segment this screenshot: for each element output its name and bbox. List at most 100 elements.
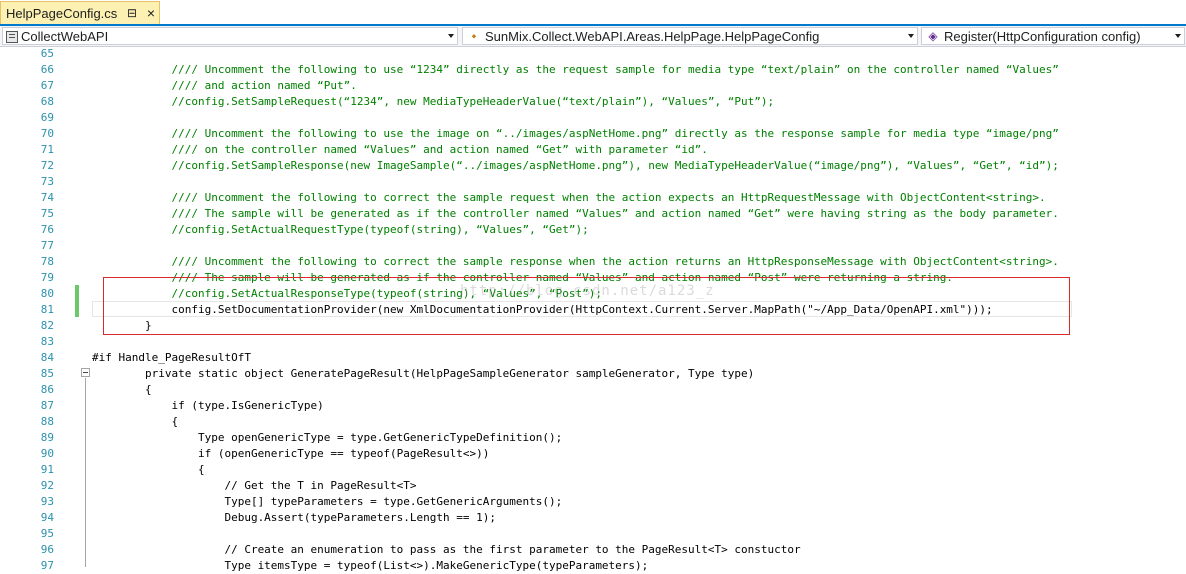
code-text[interactable]: //// Uncomment the following to correct … (92, 190, 1045, 206)
code-line[interactable]: 73 (0, 174, 1186, 190)
line-number: 79 (40, 271, 54, 284)
line-number: 90 (40, 447, 54, 460)
code-line[interactable]: 70 //// Uncomment the following to use t… (0, 126, 1186, 142)
tab-label: HelpPageConfig.cs (6, 6, 118, 21)
code-line[interactable]: 67 //// and action named “Put”. (0, 78, 1186, 94)
code-line[interactable]: 75 //// The sample will be generated as … (0, 206, 1186, 222)
line-number: 76 (40, 223, 54, 236)
code-text[interactable]: //config.SetActualRequestType(typeof(str… (92, 222, 588, 238)
line-number: 96 (40, 543, 54, 556)
line-number: 65 (40, 47, 54, 60)
code-line[interactable]: 76 //config.SetActualRequestType(typeof(… (0, 222, 1186, 238)
code-text[interactable]: Debug.Assert(typeParameters.Length == 1)… (92, 510, 496, 526)
member-dropdown[interactable]: ◈ Register(HttpConfiguration config) (921, 27, 1185, 45)
code-text[interactable]: //config.SetSampleRequest(“1234”, new Me… (92, 94, 774, 110)
class-dropdown-label: SunMix.Collect.WebAPI.Areas.HelpPage.Hel… (485, 28, 820, 44)
navigation-bar: CollectWebAPI ⬩ SunMix.Collect.WebAPI.Ar… (0, 26, 1186, 47)
member-dropdown-label: Register(HttpConfiguration config) (944, 28, 1141, 44)
code-line[interactable]: 65 (0, 46, 1186, 62)
code-line[interactable]: 92 // Get the T in PageResult<T> (0, 478, 1186, 494)
code-text[interactable]: { (92, 462, 205, 478)
line-number: 82 (40, 319, 54, 332)
code-text[interactable]: { (92, 414, 178, 430)
code-line[interactable]: 84 #if Handle_PageResultOfT (0, 350, 1186, 366)
line-number: 92 (40, 479, 54, 492)
code-line[interactable]: 89 Type openGenericType = type.GetGeneri… (0, 430, 1186, 446)
code-line[interactable]: 87 if (type.IsGenericType) (0, 398, 1186, 414)
code-text[interactable]: //// on the controller named “Values” an… (92, 142, 707, 158)
code-line[interactable]: 95 (0, 526, 1186, 542)
code-line[interactable]: 93 Type[] typeParameters = type.GetGener… (0, 494, 1186, 510)
code-line[interactable]: 88 { (0, 414, 1186, 430)
code-text[interactable]: //// Uncomment the following to use “123… (92, 62, 1058, 78)
code-text[interactable]: { (92, 382, 152, 398)
code-line[interactable]: 72 //config.SetSampleResponse(new ImageS… (0, 158, 1186, 174)
line-number: 72 (40, 159, 54, 172)
code-line[interactable]: 68 //config.SetSampleRequest(“1234”, new… (0, 94, 1186, 110)
code-line[interactable]: 83 (0, 334, 1186, 350)
project-dropdown-label: CollectWebAPI (21, 28, 109, 44)
code-line[interactable]: 94 Debug.Assert(typeParameters.Length ==… (0, 510, 1186, 526)
line-number: 80 (40, 287, 54, 300)
code-text[interactable]: // Get the T in PageResult<T> (92, 478, 416, 494)
code-line[interactable]: 74 //// Uncomment the following to corre… (0, 190, 1186, 206)
line-number: 68 (40, 95, 54, 108)
code-text[interactable]: private static object GeneratePageResult… (92, 366, 754, 382)
line-number: 84 (40, 351, 54, 364)
code-line[interactable]: 69 (0, 110, 1186, 126)
line-number: 78 (40, 255, 54, 268)
code-text[interactable]: if (type.IsGenericType) (92, 398, 323, 414)
line-number: 75 (40, 207, 54, 220)
tab-helppageconfig[interactable]: HelpPageConfig.cs ⊟ × (0, 1, 160, 25)
method-icon: ◈ (928, 29, 938, 43)
code-text[interactable]: Type[] typeParameters = type.GetGenericA… (92, 494, 562, 510)
code-text[interactable]: //// Uncomment the following to correct … (92, 254, 1058, 270)
line-number: 70 (40, 127, 54, 140)
code-line[interactable]: 78 //// Uncomment the following to corre… (0, 254, 1186, 270)
code-text[interactable]: Type openGenericType = type.GetGenericTy… (92, 430, 562, 446)
line-number: 85 (40, 367, 54, 380)
line-number: 89 (40, 431, 54, 444)
line-number: 83 (40, 335, 54, 348)
class-dropdown[interactable]: ⬩ SunMix.Collect.WebAPI.Areas.HelpPage.H… (462, 27, 918, 45)
line-number: 88 (40, 415, 54, 428)
line-number: 91 (40, 463, 54, 476)
code-line[interactable]: 66 //// Uncomment the following to use “… (0, 62, 1186, 78)
line-number: 66 (40, 63, 54, 76)
code-line[interactable]: 96 // Create an enumeration to pass as t… (0, 542, 1186, 558)
pin-icon[interactable]: ⊟ (125, 6, 139, 20)
line-number: 74 (40, 191, 54, 204)
chevron-down-icon (908, 34, 914, 38)
chevron-down-icon (1175, 34, 1181, 38)
project-dropdown[interactable]: CollectWebAPI (2, 27, 458, 45)
code-text[interactable]: #if Handle_PageResultOfT (92, 350, 251, 366)
code-editor[interactable]: 65 66 //// Uncomment the following to use… (0, 46, 1186, 572)
annotation-highlight-box (103, 277, 1070, 335)
line-number: 94 (40, 511, 54, 524)
code-text[interactable]: //// Uncomment the following to use the … (92, 126, 1058, 142)
line-number: 87 (40, 399, 54, 412)
code-line[interactable]: 90 if (openGenericType == typeof(PageRes… (0, 446, 1186, 462)
line-number: 69 (40, 111, 54, 124)
code-line[interactable]: 91 { (0, 462, 1186, 478)
code-text[interactable]: if (openGenericType == typeof(PageResult… (92, 446, 489, 462)
code-text[interactable]: //// The sample will be generated as if … (92, 206, 1058, 222)
line-number: 95 (40, 527, 54, 540)
line-number: 86 (40, 383, 54, 396)
code-line[interactable]: 97 Type itemsType = typeof(List<>).MakeG… (0, 558, 1186, 574)
project-icon (6, 30, 18, 43)
line-number: 71 (40, 143, 54, 156)
chevron-down-icon (448, 34, 454, 38)
code-text[interactable]: // Create an enumeration to pass as the … (92, 542, 800, 558)
code-line[interactable]: 77 (0, 238, 1186, 254)
code-line[interactable]: 71 //// on the controller named “Values”… (0, 142, 1186, 158)
line-number: 77 (40, 239, 54, 252)
line-number: 67 (40, 79, 54, 92)
line-number: 73 (40, 175, 54, 188)
close-icon[interactable]: × (144, 6, 158, 20)
code-text[interactable]: //config.SetSampleResponse(new ImageSamp… (92, 158, 1058, 174)
code-line[interactable]: 85 private static object GeneratePageRes… (0, 366, 1186, 382)
code-text[interactable]: Type itemsType = typeof(List<>).MakeGene… (92, 558, 648, 574)
code-text[interactable]: //// and action named “Put”. (92, 78, 356, 94)
code-line[interactable]: 86 { (0, 382, 1186, 398)
